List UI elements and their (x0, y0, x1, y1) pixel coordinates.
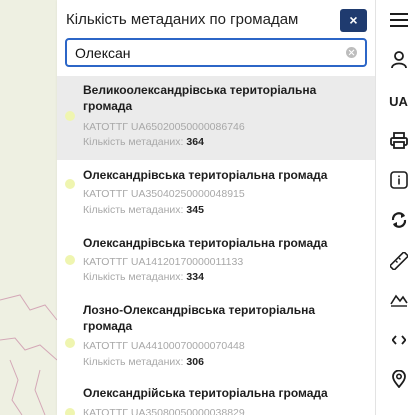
close-button[interactable]: × (340, 9, 367, 32)
marker-dot (65, 111, 75, 121)
list-item[interactable]: Олександрівська територіальна громада КА… (57, 226, 375, 294)
ruler-icon[interactable] (376, 246, 420, 276)
panel-title: Кількість метаданих по громадам (66, 11, 299, 28)
clear-search-icon[interactable] (346, 47, 357, 58)
item-count: Кількість метаданих: 345 (83, 204, 204, 216)
item-count: Кількість метаданих: 334 (83, 271, 204, 283)
elevation-profile-icon[interactable] (376, 284, 420, 314)
results-list: Великоолександрівська територіальна гром… (57, 76, 375, 415)
item-code: КАТОТТГ UA44100070000070448 (83, 340, 245, 352)
print-icon[interactable] (376, 125, 420, 155)
item-code: КАТОТТГ UA65020050000086746 (83, 121, 245, 133)
location-pin-icon[interactable] (376, 364, 420, 394)
info-icon[interactable] (376, 165, 420, 195)
item-name: Лозно-Олександрівська територіальна гром… (83, 303, 316, 333)
language-label: UA (389, 93, 408, 109)
item-code: КАТОТТГ UA35080050000038829 (83, 407, 245, 415)
item-count: Кількість метаданих: 364 (83, 136, 204, 148)
search-box[interactable] (65, 38, 367, 67)
list-item[interactable]: Лозно-Олександрівська територіальна гром… (57, 294, 375, 378)
item-code: КАТОТТГ UA14120170000011133 (83, 256, 244, 268)
code-icon[interactable] (376, 325, 420, 355)
menu-icon[interactable] (376, 5, 420, 35)
right-toolbar: UA (375, 0, 420, 415)
marker-dot (65, 255, 75, 265)
marker-dot (65, 408, 75, 415)
item-name: Великоолександрівська територіальна гром… (83, 83, 317, 113)
item-count: Кількість метаданих: 306 (83, 356, 204, 368)
item-name: Олександрійська територіальна громада (83, 386, 328, 400)
metadata-panel: Кількість метаданих по громадам × Велико… (57, 0, 375, 415)
list-item[interactable]: Олександрівська територіальна громада КА… (57, 160, 375, 226)
user-icon[interactable] (376, 45, 420, 75)
marker-dot (65, 179, 75, 189)
list-item[interactable]: Великоолександрівська територіальна гром… (57, 76, 375, 160)
panel-header: Кількість метаданих по громадам × (57, 0, 375, 36)
item-name: Олександрівська територіальна громада (83, 236, 328, 250)
language-button[interactable]: UA (376, 86, 420, 116)
map-region-boundaries (0, 294, 58, 415)
search-input[interactable] (75, 44, 330, 62)
item-name: Олександрівська територіальна громада (83, 168, 328, 182)
list-item[interactable]: Олександрійська територіальна громада КА… (57, 378, 375, 415)
refresh-icon[interactable] (376, 205, 420, 235)
item-code: КАТОТТГ UA35040250000048915 (83, 188, 245, 200)
marker-dot (65, 338, 75, 348)
